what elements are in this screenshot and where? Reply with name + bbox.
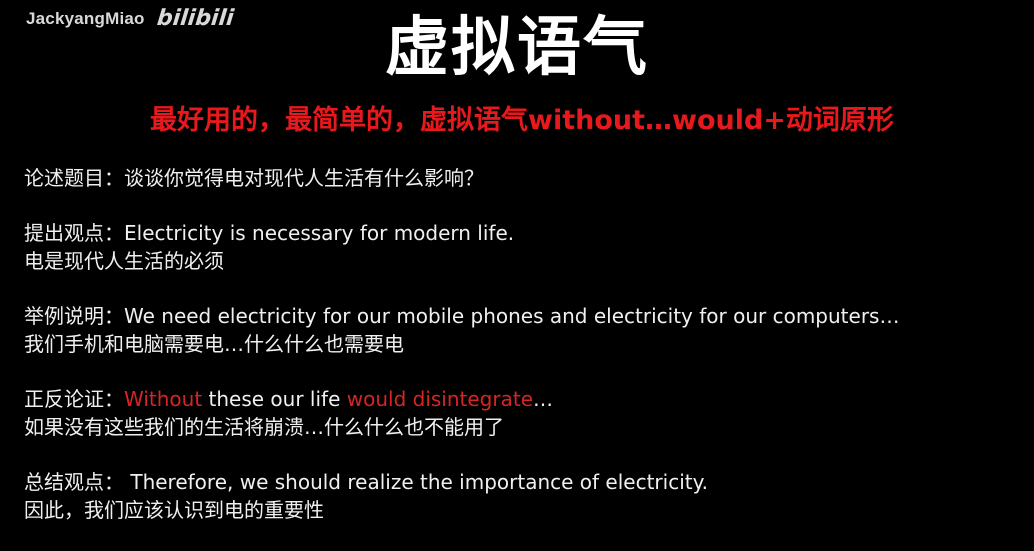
slide-subtitle: 最好用的，最简单的，虚拟语气without…would+动词原形	[150, 105, 894, 136]
section-text: We need electricity for our mobile phone…	[124, 304, 900, 328]
section-line: 正反论证：Without these our life would disint…	[24, 385, 1024, 413]
section-ellipsis: …	[533, 387, 553, 411]
section-line: 总结观点： Therefore, we should realize the i…	[24, 468, 1024, 496]
section-line: 论述题目：谈谈你觉得电对现代人生活有什么影响？	[24, 164, 1024, 192]
section-translation: 电是现代人生活的必须	[24, 249, 224, 273]
section-argument: 正反论证：Without these our life would disint…	[24, 385, 1024, 441]
section-translation: 我们手机和电脑需要电…什么什么也需要电	[24, 332, 404, 356]
section-label: 提出观点：	[24, 221, 124, 245]
section-translation: 如果没有这些我们的生活将崩溃…什么什么也不能用了	[24, 415, 504, 439]
section-text: 谈谈你觉得电对现代人生活有什么影响？	[124, 166, 484, 190]
slide-title: 虚拟语气	[385, 11, 649, 85]
highlight-without: Without	[124, 387, 203, 411]
section-text: Therefore, we should realize the importa…	[124, 470, 708, 494]
section-thesis: 提出观点：Electricity is necessary for modern…	[24, 219, 1024, 275]
section-text: Electricity is necessary for modern life…	[124, 221, 515, 245]
section-conclusion: 总结观点： Therefore, we should realize the i…	[24, 468, 1024, 524]
highlight-would-disintegrate: would disintegrate	[346, 387, 533, 411]
section-label: 举例说明：	[24, 304, 124, 328]
section-translation: 因此，我们应该认识到电的重要性	[24, 498, 324, 522]
section-topic: 论述题目：谈谈你觉得电对现代人生活有什么影响？	[24, 164, 1024, 192]
section-examples: 举例说明：We need electricity for our mobile …	[24, 302, 1024, 358]
essay-outline: 论述题目：谈谈你觉得电对现代人生活有什么影响？ 提出观点：Electricity…	[24, 164, 1024, 524]
section-line: 举例说明：We need electricity for our mobile …	[24, 302, 1024, 330]
section-label: 正反论证：	[24, 387, 124, 411]
section-text: these our life	[202, 387, 347, 411]
section-label: 论述题目：	[24, 166, 124, 190]
slide: JackyangMiao bilibili 虚拟语气 最好用的，最简单的，虚拟语…	[0, 0, 1034, 551]
section-line: 提出观点：Electricity is necessary for modern…	[24, 219, 1024, 247]
section-label: 总结观点：	[24, 470, 124, 494]
